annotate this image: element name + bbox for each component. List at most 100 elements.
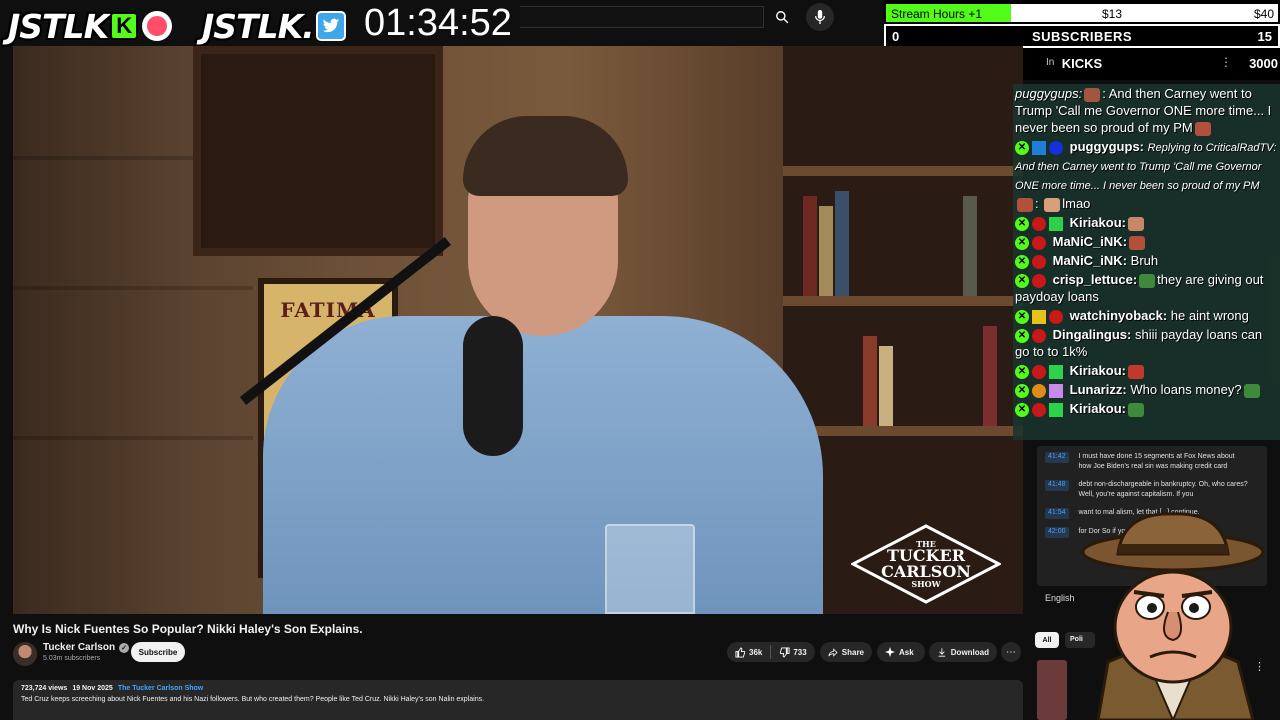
more-vert-icon: ⋮ [1220, 55, 1232, 69]
mod-badge-icon: ✕ [1015, 364, 1029, 379]
emote-icon [1139, 273, 1156, 288]
wall-plank [13, 286, 253, 290]
shelf-board [783, 296, 1023, 306]
like-dislike-group: 36k 733 [727, 642, 815, 662]
chat-message: ✕ Dingalingus: shiii payday loans can go… [1015, 325, 1278, 361]
badge-icon [1032, 216, 1046, 231]
channel-name[interactable]: Tucker Carlson [43, 642, 115, 653]
chat-message: ✕ Kiriakou: [1015, 361, 1278, 380]
book [983, 326, 997, 426]
chat-message: ✕ MaNiC_iNK: Bruh [1015, 251, 1278, 270]
chat-message: ✕ MaNiC_iNK: [1015, 232, 1278, 251]
book [803, 196, 817, 296]
chat-text: he aint wrong [1170, 308, 1249, 323]
crown-icon [1032, 309, 1046, 324]
subscribers-bar: 0 SUBSCRIBERS 15 [884, 24, 1280, 48]
mod-badge-icon: ✕ [1015, 328, 1029, 343]
book [819, 206, 833, 296]
kick-icon: K [110, 12, 139, 40]
emote-icon [1243, 383, 1260, 398]
emote-icon [1127, 216, 1144, 231]
badge-icon [1032, 383, 1046, 398]
download-label: Download [950, 647, 989, 657]
mod-badge-icon: ✕ [1015, 402, 1029, 417]
mod-badge-icon: ✕ [1015, 309, 1029, 324]
badge-icon [1049, 402, 1063, 417]
chat-text: lmao [1062, 196, 1091, 211]
stream-hours-goal: $40 [1253, 7, 1274, 21]
share-button[interactable]: Share [820, 642, 872, 662]
description-text: Ted Cruz keeps screeching about Nick Fue… [21, 696, 485, 703]
show-logo: THE TUCKER CARLSON SHOW [851, 524, 1001, 604]
transcript-line[interactable]: 41:42 I must have done 15 segments at Fo… [1045, 452, 1267, 472]
jstlk-twitter-logo: JSTLK. [202, 7, 346, 46]
chat-message: ✕ crisp_lettuce: they are giving out payd… [1015, 270, 1278, 306]
detective-mascot [1081, 512, 1265, 720]
show-tag-link[interactable]: The Tucker Carlson Show [118, 685, 203, 692]
emote-icon [1127, 364, 1144, 379]
subscribers-label: SUBSCRIBERS [1031, 29, 1133, 44]
transcript-timestamp[interactable]: 41:42 [1045, 452, 1069, 463]
badge-icon [1049, 216, 1063, 231]
show-logo-show: SHOW [911, 579, 941, 589]
water-glass [605, 524, 695, 614]
recommended-thumbnail[interactable] [1037, 660, 1067, 720]
download-icon [938, 647, 946, 657]
search-input[interactable] [520, 6, 764, 28]
wall-plank [13, 436, 253, 440]
book [835, 191, 849, 296]
shelf-board [783, 166, 1023, 176]
transcript-text: I must have done 15 segments at Fox News… [1078, 453, 1235, 470]
search-button[interactable] [766, 4, 798, 30]
chat-message: ✕ watchinyoback: he aint wrong [1015, 306, 1278, 325]
chat-username: Kiriakou: [1069, 215, 1126, 230]
channel-name-row[interactable]: Tucker Carlson ✓ [43, 642, 130, 653]
kicks-goal: 3000 [1249, 56, 1278, 71]
mod-badge-icon: ✕ [1015, 235, 1029, 250]
chat-username: Kiriakou: [1069, 363, 1126, 378]
language-select[interactable]: English [1045, 593, 1075, 603]
host-hair [463, 116, 628, 196]
wall-plank [13, 156, 193, 160]
mod-badge-icon: ✕ [1015, 140, 1029, 155]
transcript-timestamp[interactable]: 41:54 [1045, 508, 1069, 519]
subscribers-goal: 15 [1257, 29, 1272, 44]
like-count: 36k [749, 647, 763, 657]
badge-icon [1032, 254, 1046, 269]
transcript-timestamp[interactable]: 42:00 [1045, 527, 1069, 538]
mic-icon [814, 10, 826, 24]
share-icon [828, 647, 838, 657]
stream-timer: 01:34:52 [364, 2, 512, 44]
video-player[interactable]: FATIMA THE TUCKER CARLSON SHOW [13, 46, 1023, 614]
microphone [463, 316, 523, 456]
chat-username: puggygups: [1069, 139, 1145, 154]
stream-hours-label: Stream Hours +1 [891, 7, 983, 21]
chat-overlay: puggygups:: And then Carney went to Trum… [1013, 84, 1280, 440]
show-logo-carlson: CARLSON [881, 562, 971, 581]
transcript-timestamp[interactable]: 41:48 [1045, 480, 1069, 491]
record-icon [142, 11, 173, 41]
emote-icon [1044, 197, 1061, 212]
badge-icon [1032, 273, 1046, 288]
view-count: 723,724 views [21, 685, 68, 692]
emote-icon [1129, 235, 1146, 250]
chat-message: ✕ Lunarizz: Who loans money? [1015, 380, 1278, 399]
transcript-line[interactable]: 41:48 debt non-dischargeable in bankrupt… [1045, 480, 1267, 500]
chip-all[interactable]: All [1035, 632, 1059, 648]
badge-icon [1032, 140, 1046, 155]
subscribe-button[interactable]: Subscribe [131, 642, 185, 662]
badge-icon [1032, 402, 1046, 417]
channel-avatar[interactable] [13, 642, 37, 666]
chat-message: ✕ Kiriakou: [1015, 399, 1278, 418]
voice-search-button[interactable] [806, 3, 834, 31]
description-box[interactable]: 723,724 views 19 Nov 2025 The Tucker Car… [13, 680, 1023, 720]
dislike-button[interactable]: 733 [779, 646, 807, 658]
ask-button[interactable]: Ask [877, 642, 925, 662]
emote-icon [1084, 87, 1101, 102]
download-button[interactable]: Download [929, 642, 997, 662]
book [963, 196, 977, 296]
more-actions-button[interactable]: ⋯ [1001, 642, 1021, 662]
mod-badge-icon: ✕ [1015, 216, 1029, 231]
wall-frame [193, 46, 443, 256]
like-button[interactable]: 36k [735, 646, 763, 658]
